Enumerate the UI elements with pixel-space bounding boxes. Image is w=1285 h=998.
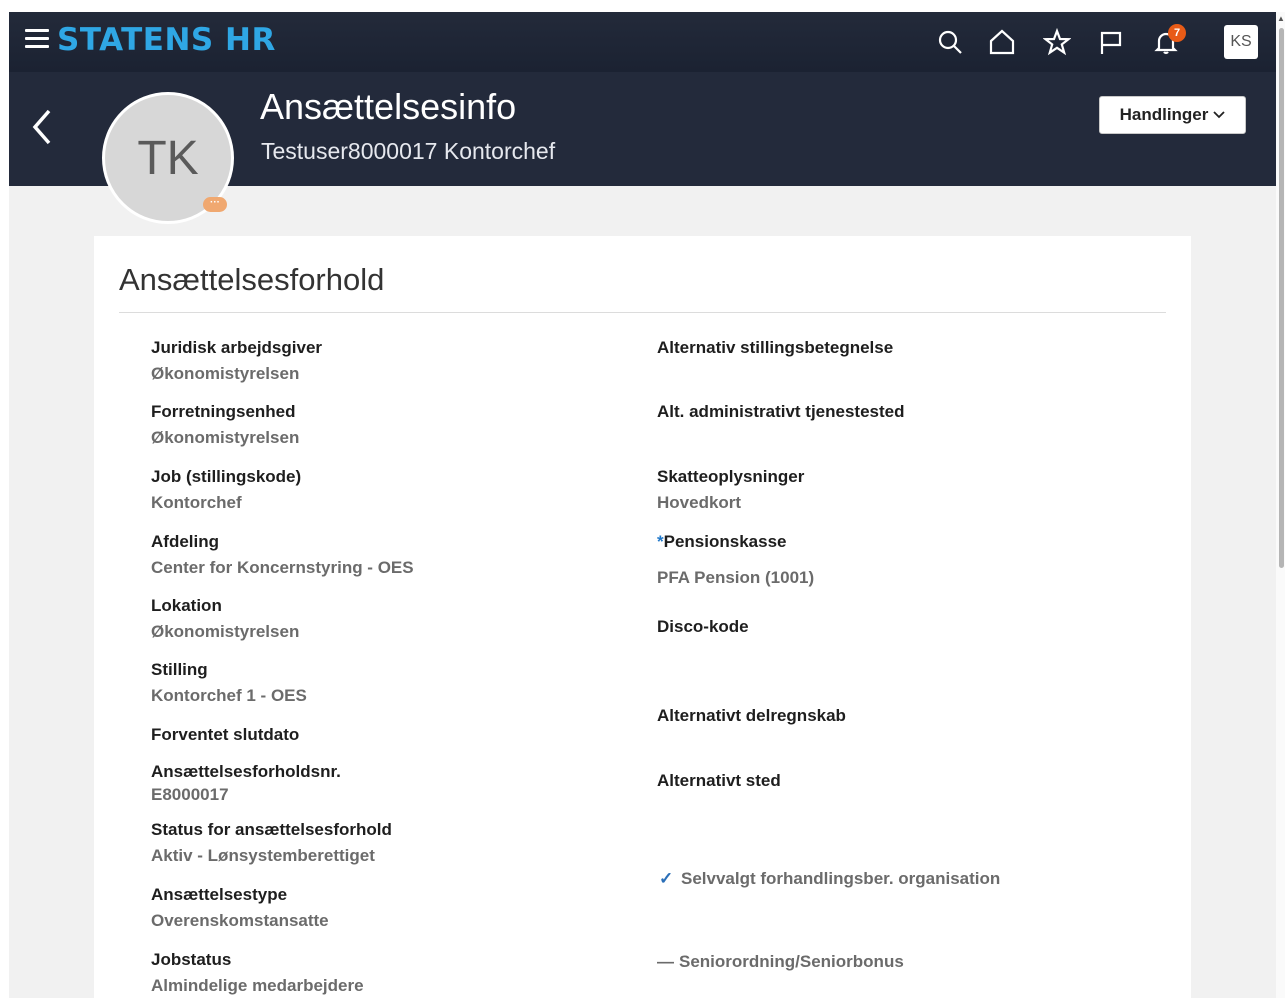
field-ansaettelsestype: Ansættelsestype Overenskomstansatte: [151, 884, 329, 932]
field-lokation: Lokation Økonomistyrelsen: [151, 595, 299, 643]
star-icon[interactable]: [1041, 26, 1073, 58]
field-label: Stilling: [151, 660, 208, 679]
field-disco-kode: Disco-kode: [657, 616, 749, 638]
page-title: Ansættelsesinfo: [260, 86, 517, 127]
field-jobstatus: Jobstatus Almindelige medarbejdere: [151, 949, 364, 997]
field-value: Hovedkort: [657, 493, 742, 512]
search-icon[interactable]: [934, 26, 966, 58]
section-title: Ansættelsesforhold: [119, 262, 385, 297]
field-alternativt-delregnskab: Alternativt delregnskab: [657, 705, 846, 727]
flag-seniorordning: — Seniorordning/Seniorbonus: [657, 952, 904, 972]
field-value: Økonomistyrelsen: [151, 364, 300, 383]
field-label: Alt. administrativt tjenestested: [657, 402, 905, 421]
page: STATENS HR 7 KS Ansættelsesinfo Testuser…: [9, 12, 1276, 998]
field-value: Almindelige medarbejdere: [151, 976, 364, 995]
checkmark-icon: ✓: [659, 869, 674, 888]
field-alternativt-sted: Alternativt sted: [657, 770, 781, 792]
field-value: Økonomistyrelsen: [151, 428, 300, 447]
field-stilling: Stilling Kontorchef 1 - OES: [151, 659, 307, 707]
scrollbar-thumb[interactable]: [1279, 28, 1284, 568]
notification-badge: 7: [1168, 24, 1186, 42]
field-skatteoplysninger: Skatteoplysninger Hovedkort: [657, 466, 804, 514]
field-label: Alternativ stillingsbetegnelse: [657, 338, 894, 357]
field-juridisk-arbejdsgiver: Juridisk arbejdsgiver Økonomistyrelsen: [151, 337, 322, 385]
field-value: Aktiv - Lønsystemberettiget: [151, 846, 375, 865]
field-label: Forventet slutdato: [151, 725, 300, 744]
avatar-status-dot: ···: [203, 197, 227, 212]
field-alt-administrativt-tjenestested: Alt. administrativt tjenestested: [657, 401, 905, 423]
field-value: PFA Pension (1001): [657, 568, 815, 587]
field-label: Alternativt delregnskab: [657, 706, 846, 725]
user-menu-avatar[interactable]: KS: [1224, 25, 1258, 59]
field-value: Kontorchef: [151, 493, 242, 512]
window-top-strip: [0, 0, 1285, 12]
bell-icon[interactable]: 7: [1150, 24, 1186, 58]
field-label: Lokation: [151, 596, 222, 615]
field-label: Skatteoplysninger: [657, 467, 805, 486]
flag-label: Selvvalgt forhandlingsber. organisation: [681, 869, 1001, 888]
back-chevron-icon[interactable]: [29, 107, 57, 147]
field-label: Job (stillingskode): [151, 467, 302, 486]
field-label: Status for ansættelsesforhold: [151, 820, 392, 839]
field-label: Disco-kode: [657, 617, 749, 636]
field-ansaettelsesforholdsnr: Ansættelsesforholdsnr. E8000017: [151, 761, 341, 806]
field-value: E8000017: [151, 785, 229, 804]
chevron-down-icon: [1213, 108, 1226, 122]
field-label: Juridisk arbejdsgiver: [151, 338, 323, 357]
page-subtitle: Testuser8000017 Kontorchef: [261, 138, 556, 164]
field-status-ansaettelsesforhold: Status for ansættelsesforhold Aktiv - Lø…: [151, 819, 392, 867]
hamburger-menu-icon[interactable]: [25, 29, 49, 53]
field-value: Overenskomstansatte: [151, 911, 329, 930]
field-afdeling: Afdeling Center for Koncernstyring - OES: [151, 531, 414, 579]
field-label: *Pensionskasse: [657, 532, 787, 551]
field-alternativ-stillingsbetegnelse: Alternativ stillingsbetegnelse: [657, 337, 893, 359]
section-divider: [119, 312, 1166, 313]
field-label: Jobstatus: [151, 950, 232, 969]
actions-label: Handlinger: [1119, 105, 1209, 124]
field-value: Økonomistyrelsen: [151, 622, 300, 641]
field-forventet-slutdato: Forventet slutdato: [151, 724, 299, 746]
brand-logo[interactable]: STATENS HR: [57, 22, 276, 58]
field-label: Forretningsenhed: [151, 402, 296, 421]
home-icon[interactable]: [986, 26, 1018, 58]
field-forretningsenhed: Forretningsenhed Økonomistyrelsen: [151, 401, 299, 449]
field-value: Kontorchef 1 - OES: [151, 686, 307, 705]
dash-icon: —: [657, 952, 674, 971]
scroll-up-arrow-icon[interactable]: ▲: [1277, 14, 1285, 24]
field-label: Afdeling: [151, 532, 219, 551]
employment-card: Ansættelsesforhold Juridisk arbejdsgiver…: [94, 236, 1191, 998]
actions-dropdown-button[interactable]: Handlinger: [1099, 96, 1246, 134]
flag-label: Seniorordning/Seniorbonus: [679, 952, 904, 971]
field-label: Ansættelsesforholdsnr.: [151, 762, 341, 781]
field-value: Center for Koncernstyring - OES: [151, 558, 414, 577]
field-job-stillingskode: Job (stillingskode) Kontorchef: [151, 466, 301, 514]
field-pensionskasse: *Pensionskasse PFA Pension (1001): [657, 531, 814, 589]
required-marker: *: [657, 532, 664, 551]
flag-selvvalgt-forhandlingsberettiget: ✓ Selvvalgt forhandlingsber. organisation: [659, 869, 1000, 889]
global-header: STATENS HR 7 KS: [9, 12, 1276, 72]
field-label: Alternativt sted: [657, 771, 781, 790]
flag-icon[interactable]: [1095, 26, 1127, 58]
field-label: Ansættelsestype: [151, 885, 288, 904]
